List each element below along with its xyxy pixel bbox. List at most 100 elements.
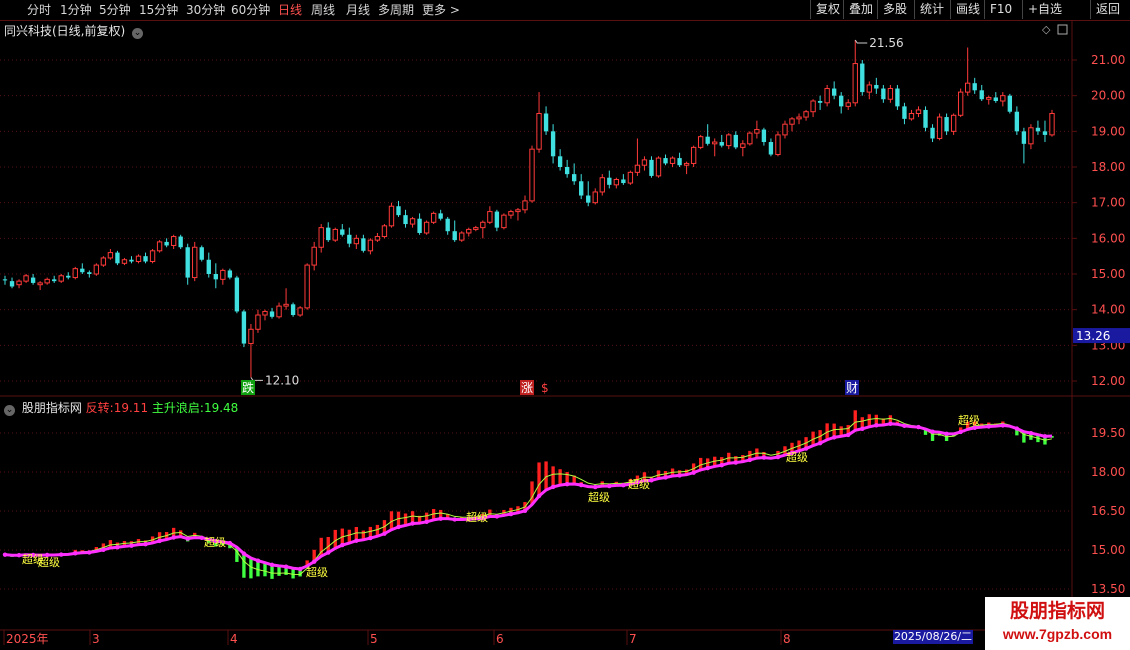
toolbar-button-6[interactable]: +自选	[1022, 0, 1067, 19]
candle-body	[895, 88, 900, 107]
indicator-tick-label: 18.00	[1091, 465, 1125, 479]
candle-body	[297, 307, 303, 316]
trend-dot	[986, 424, 991, 429]
period-tab-4[interactable]: 30分钟	[186, 0, 225, 20]
candle-body	[599, 177, 605, 193]
trend-dot	[691, 470, 696, 475]
price-tick-label: 14.00	[1091, 303, 1125, 317]
period-tab-9[interactable]: 多周期	[378, 0, 414, 20]
trend-dot	[607, 483, 612, 489]
candle-body	[381, 225, 388, 238]
trend-dot	[550, 484, 556, 490]
candle-body	[326, 227, 331, 241]
candle-body	[185, 247, 190, 278]
candle-body	[199, 247, 204, 260]
period-tab-1[interactable]: 1分钟	[60, 0, 92, 20]
time-label-1: 3	[92, 632, 100, 646]
trend-dot	[1028, 430, 1034, 436]
trend-dot	[424, 519, 429, 525]
trend-line	[4, 422, 1053, 571]
super-label-2: 超级	[204, 535, 226, 549]
period-tab-6[interactable]: 日线	[278, 0, 302, 20]
indicator-tick-label: 19.50	[1091, 426, 1125, 440]
price-tick-label: 15.00	[1091, 267, 1125, 281]
period-tab-5[interactable]: 60分钟	[231, 0, 270, 20]
trend-dot	[227, 540, 233, 546]
toolbar-button-3[interactable]: 统计	[914, 0, 949, 19]
candle-body	[740, 143, 746, 148]
candle-body	[269, 311, 275, 317]
candle-body	[1007, 95, 1013, 112]
period-tab-2[interactable]: 5分钟	[99, 0, 131, 20]
super-label-8: 超级	[958, 413, 980, 427]
low-label: 12.10	[265, 373, 299, 387]
candle-body	[143, 256, 148, 262]
trend-dot	[129, 543, 134, 548]
candle-body	[733, 134, 738, 148]
trend-dot	[115, 545, 120, 550]
candle-body	[290, 304, 296, 316]
trend-dot	[452, 517, 457, 522]
toolbar-button-7[interactable]: 返回	[1090, 0, 1125, 19]
trend-dot	[297, 566, 303, 572]
trend-dot	[874, 423, 879, 428]
candle-body	[824, 88, 830, 104]
candle-body	[332, 228, 338, 241]
toolbar-button-1[interactable]: 叠加	[843, 0, 878, 19]
period-tab-8[interactable]: 月线	[346, 0, 370, 20]
period-tab-10[interactable]: 更多 >	[422, 0, 460, 20]
trend-dot	[171, 535, 176, 540]
toolbar-button-2[interactable]: 多股	[877, 0, 912, 19]
candle-body	[473, 227, 479, 230]
price-tick-label: 12.00	[1091, 374, 1125, 388]
price-tick-label: 20.00	[1091, 89, 1125, 103]
candle-body	[1014, 111, 1020, 132]
price-tick-label: 17.00	[1091, 196, 1125, 210]
candle-body	[839, 95, 844, 107]
toolbar-button-5[interactable]: F10	[984, 0, 1017, 19]
trend-dot	[1042, 434, 1048, 439]
candle-body	[347, 234, 352, 244]
candle-body	[192, 246, 198, 279]
trend-dot	[368, 535, 373, 541]
candle-body	[361, 238, 366, 251]
indicator-settings-icon[interactable]: ⌄	[4, 405, 15, 416]
candle-body	[374, 236, 381, 241]
candle-body	[592, 191, 598, 204]
super-label-7: 超级	[786, 450, 808, 464]
price-tick-label: 16.00	[1091, 231, 1125, 245]
candle-body	[459, 232, 465, 241]
trend-dot	[101, 547, 106, 553]
trend-dot	[522, 508, 528, 514]
period-toolbar: 分时 1分钟 5分钟 15分钟 30分钟 60分钟 日线 周线 月线 多周期 更多 > 复权 叠加 多股统…	[0, 0, 1130, 21]
candle-body	[30, 277, 36, 283]
candle-body	[860, 63, 865, 93]
toolbar-button-4[interactable]: 画线	[950, 0, 985, 19]
candle-body	[515, 209, 521, 213]
candle-body	[536, 113, 542, 150]
candle-body	[466, 228, 472, 234]
candle-body	[705, 136, 710, 144]
candle-body	[726, 134, 732, 147]
period-tab-7[interactable]: 周线	[311, 0, 335, 20]
low-pointer	[250, 377, 263, 381]
trend-dot	[564, 481, 570, 487]
trend-dot	[1014, 426, 1020, 431]
candle-body	[789, 118, 795, 125]
chart-area[interactable]: 21.00 20.00 19.00 18.00 17.00 16.00 15.00 14.00…	[0, 21, 1130, 650]
candle-body	[621, 179, 626, 184]
candle-body	[1042, 131, 1048, 135]
candle-body	[852, 63, 858, 104]
trend-dot	[73, 551, 78, 556]
trend-dot	[1000, 423, 1006, 428]
reversal-label: 反转:	[85, 401, 114, 415]
trend-dot	[677, 473, 682, 478]
candle-body	[353, 237, 360, 245]
period-tab-3[interactable]: 15分钟	[139, 0, 178, 20]
candle-body	[396, 206, 401, 216]
candle-body	[129, 259, 134, 262]
toolbar-button-0[interactable]: 复权	[810, 0, 845, 19]
candle-body	[23, 275, 29, 282]
period-tab-0[interactable]: 分时	[27, 0, 51, 20]
candle-body	[782, 123, 788, 136]
